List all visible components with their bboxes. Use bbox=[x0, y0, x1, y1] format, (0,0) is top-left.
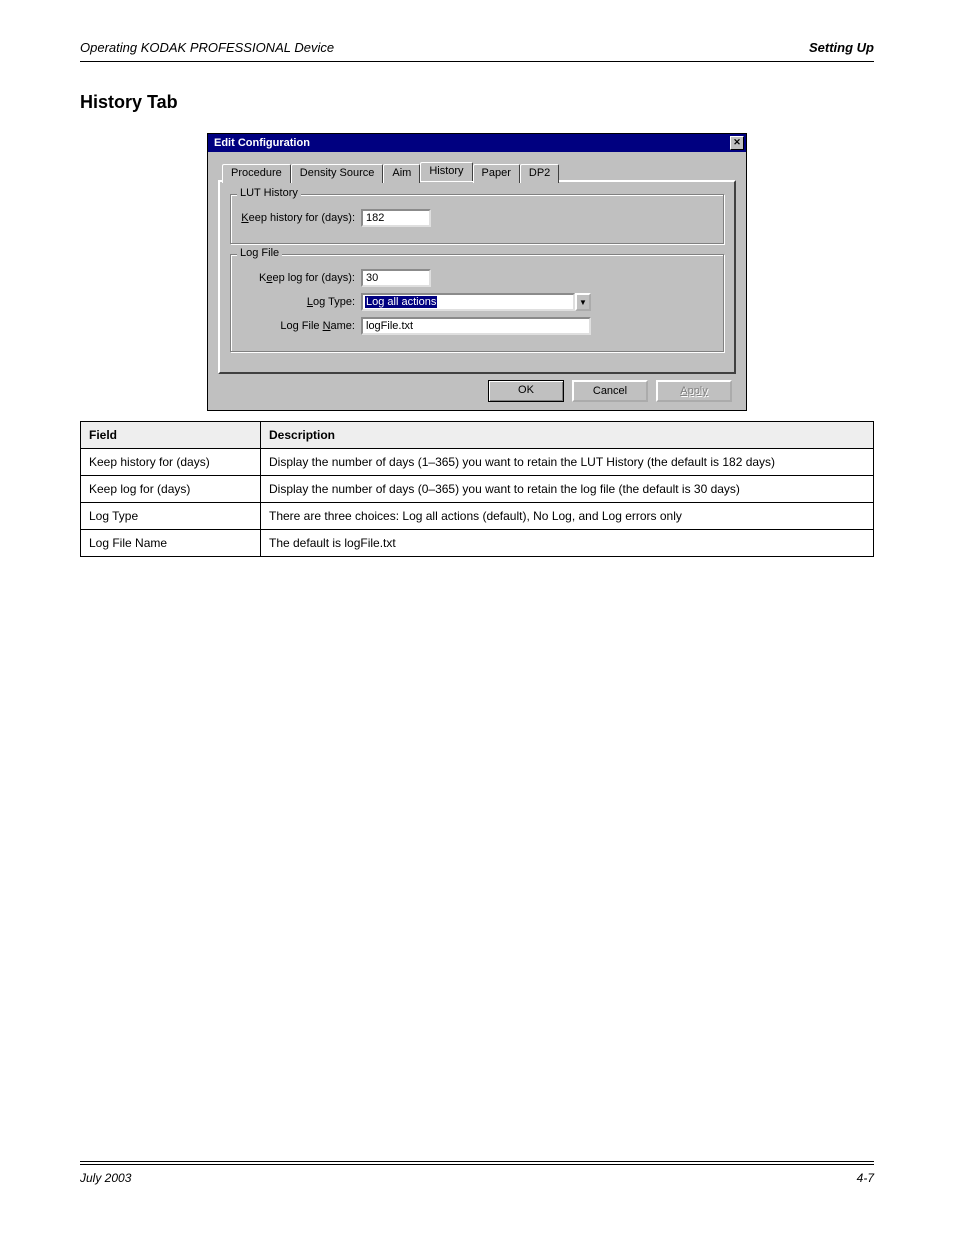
log-file-name-label: Log File Name: bbox=[241, 320, 361, 332]
dialog-title: Edit Configuration bbox=[214, 137, 310, 149]
col-field: Field bbox=[81, 422, 261, 449]
table-row: Keep log for (days) Display the number o… bbox=[81, 476, 874, 503]
dialog-button-row: OK Cancel Apply bbox=[218, 374, 736, 404]
table-row: Keep history for (days) Display the numb… bbox=[81, 449, 874, 476]
apply-button: Apply bbox=[656, 380, 732, 402]
log-type-value: Log all actions bbox=[361, 293, 575, 311]
tab-procedure[interactable]: Procedure bbox=[222, 164, 291, 183]
footer-right: 4-7 bbox=[857, 1171, 874, 1185]
header-right: Setting Up bbox=[809, 40, 874, 55]
tab-strip: Procedure Density Source Aim History Pap… bbox=[222, 163, 559, 182]
fields-table: Field Description Keep history for (days… bbox=[80, 421, 874, 557]
log-type-combo[interactable]: Log all actions ▼ bbox=[361, 293, 591, 311]
col-description: Description bbox=[261, 422, 874, 449]
log-file-name-row: Log File Name: bbox=[241, 317, 713, 335]
tab-dp2[interactable]: DP2 bbox=[520, 164, 559, 183]
tab-history[interactable]: History bbox=[420, 162, 472, 181]
dialog-body: Procedure Density Source Aim History Pap… bbox=[208, 152, 746, 410]
table-head-row: Field Description bbox=[81, 422, 874, 449]
tab-panel: Procedure Density Source Aim History Pap… bbox=[218, 180, 736, 374]
table-row: Log Type There are three choices: Log al… bbox=[81, 503, 874, 530]
log-file-group: Log File Keep log for (days): Log Type: … bbox=[230, 254, 724, 352]
page-footer: July 2003 4-7 bbox=[80, 1161, 874, 1185]
dialog-titlebar: Edit Configuration ✕ bbox=[208, 134, 746, 152]
lut-history-group: LUT History Keep history for (days): bbox=[230, 194, 724, 244]
edit-configuration-dialog: Edit Configuration ✕ Procedure Density S… bbox=[207, 133, 747, 411]
chevron-down-icon[interactable]: ▼ bbox=[575, 293, 591, 311]
keep-history-label: Keep history for (days): bbox=[241, 212, 361, 224]
keep-history-row: Keep history for (days): bbox=[241, 209, 713, 227]
lut-history-legend: LUT History bbox=[237, 187, 301, 199]
tab-aim[interactable]: Aim bbox=[383, 164, 420, 183]
section-title: History Tab bbox=[80, 92, 874, 113]
log-type-row: Log Type: Log all actions ▼ bbox=[241, 293, 713, 311]
keep-log-row: Keep log for (days): bbox=[241, 269, 713, 287]
keep-log-label: Keep log for (days): bbox=[241, 272, 361, 284]
table-row: Log File Name The default is logFile.txt bbox=[81, 530, 874, 557]
log-file-name-input[interactable] bbox=[361, 317, 591, 335]
log-type-label: Log Type: bbox=[241, 296, 361, 308]
header-left: Operating KODAK PROFESSIONAL Device bbox=[80, 40, 334, 55]
keep-history-input[interactable] bbox=[361, 209, 431, 227]
close-icon[interactable]: ✕ bbox=[730, 136, 744, 150]
ok-button[interactable]: OK bbox=[488, 380, 564, 402]
log-file-legend: Log File bbox=[237, 247, 282, 259]
tab-density-source[interactable]: Density Source bbox=[291, 164, 384, 183]
page-header: Operating KODAK PROFESSIONAL Device Sett… bbox=[80, 40, 874, 62]
cancel-button[interactable]: Cancel bbox=[572, 380, 648, 402]
keep-log-input[interactable] bbox=[361, 269, 431, 287]
tab-paper[interactable]: Paper bbox=[473, 164, 520, 183]
footer-left: July 2003 bbox=[80, 1171, 131, 1185]
